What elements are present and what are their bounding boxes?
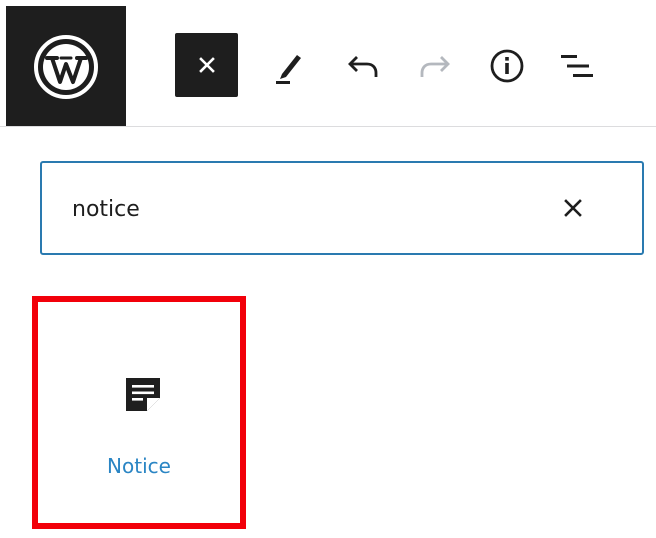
block-search-field[interactable] [40, 161, 644, 255]
list-view-button[interactable] [554, 43, 600, 89]
notice-document-icon [126, 378, 160, 411]
block-result-label: Notice [107, 454, 171, 478]
wordpress-logo-icon [34, 34, 98, 99]
block-search-input[interactable] [72, 191, 532, 227]
list-view-icon [561, 55, 593, 77]
wordpress-logo-button[interactable] [6, 6, 126, 127]
editor-header-toolbar [0, 0, 656, 127]
details-button[interactable] [484, 43, 530, 89]
info-icon [490, 49, 524, 83]
close-inserter-button[interactable] [175, 33, 238, 97]
block-result-notice[interactable]: Notice [32, 296, 246, 529]
block-editor-page: Notice [0, 0, 656, 538]
close-icon [198, 57, 215, 73]
search-clear-button[interactable] [550, 185, 596, 231]
redo-button[interactable] [412, 43, 458, 89]
undo-icon [348, 56, 378, 77]
pencil-icon [276, 55, 301, 84]
close-icon [564, 199, 582, 217]
tools-edit-button[interactable] [264, 43, 310, 89]
toolbar-divider [0, 126, 656, 127]
redo-icon [420, 56, 450, 77]
undo-button[interactable] [340, 43, 386, 89]
